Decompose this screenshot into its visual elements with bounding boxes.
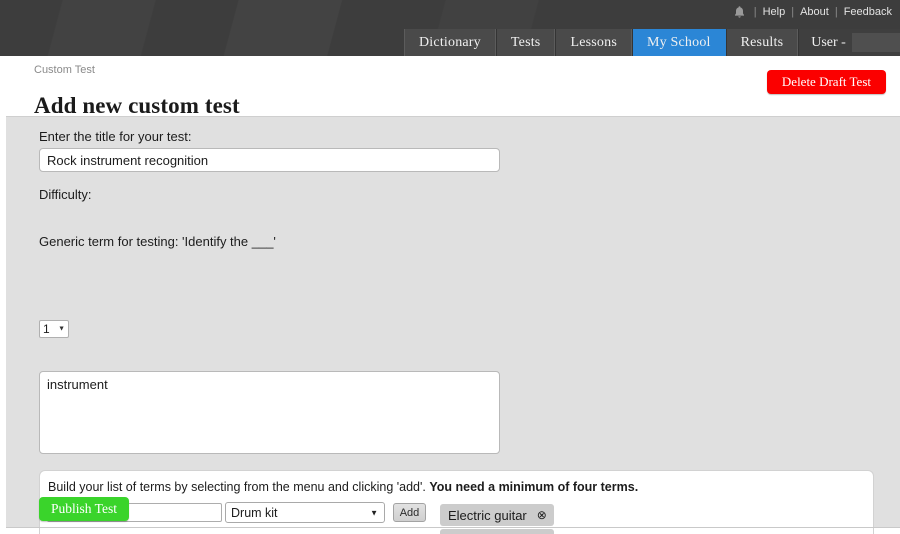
- remove-term-icon[interactable]: ⊗: [537, 509, 547, 521]
- terms-instruction-bold: You need a minimum of four terms.: [429, 480, 639, 494]
- terms-builder-panel: Build your list of terms by selecting fr…: [39, 470, 874, 534]
- term-chip[interactable]: Electric guitar ⊗: [440, 504, 554, 526]
- term-select-value: Drum kit: [231, 505, 278, 520]
- terms-instruction: Build your list of terms by selecting fr…: [48, 480, 638, 494]
- nav-item-lessons[interactable]: Lessons: [555, 29, 632, 56]
- main-navigation: Dictionary Tests Lessons My School Resul…: [404, 29, 900, 56]
- nav-user-menu[interactable]: User -: [798, 29, 900, 56]
- selected-terms-list: Electric guitar ⊗ Bass guitar ⊗ Synthesi…: [440, 504, 554, 534]
- terms-instruction-normal: Build your list of terms by selecting fr…: [48, 480, 430, 494]
- generic-term-label: Generic term for testing: 'Identify the …: [39, 234, 276, 249]
- page-root: | Help | About | Feedback Dictionary Tes…: [0, 0, 900, 534]
- term-select-dropdown[interactable]: Drum kit ▼: [225, 502, 385, 523]
- content-area: Enter the title for your test: Difficult…: [6, 116, 900, 534]
- utility-links: | Help | About | Feedback: [733, 3, 892, 21]
- nav-item-my-school[interactable]: My School: [631, 29, 726, 56]
- user-name-field: [851, 33, 900, 52]
- publish-test-button[interactable]: Publish Test: [39, 497, 129, 521]
- breadcrumb[interactable]: Custom Test: [34, 64, 95, 76]
- nav-user-label: User -: [811, 34, 846, 50]
- feedback-link[interactable]: Feedback: [844, 6, 892, 18]
- about-link[interactable]: About: [800, 6, 829, 18]
- page-header: Custom Test Add new custom test Delete D…: [6, 56, 900, 118]
- difficulty-select[interactable]: 1 ▼: [39, 320, 69, 338]
- top-header-bar: | Help | About | Feedback Dictionary Tes…: [0, 0, 900, 56]
- nav-item-tests[interactable]: Tests: [495, 29, 556, 56]
- nav-item-dictionary[interactable]: Dictionary: [404, 29, 496, 56]
- difficulty-selected-value: 1: [43, 322, 50, 336]
- test-title-label: Enter the title for your test:: [39, 129, 192, 144]
- bell-icon[interactable]: [733, 5, 746, 19]
- chevron-down-icon: ▼: [370, 508, 378, 517]
- utility-separator-3: |: [834, 6, 838, 18]
- nav-item-results[interactable]: Results: [725, 29, 799, 56]
- test-title-input[interactable]: [39, 148, 500, 172]
- term-chip-label: Electric guitar: [448, 507, 527, 523]
- help-link[interactable]: Help: [763, 6, 786, 18]
- chevron-down-icon: ▼: [58, 325, 65, 333]
- add-term-button[interactable]: Add: [393, 503, 426, 522]
- delete-draft-test-button[interactable]: Delete Draft Test: [766, 70, 886, 94]
- utility-separator-1: |: [753, 6, 757, 18]
- utility-separator-2: |: [791, 6, 795, 18]
- term-chip[interactable]: Bass guitar ⊗: [440, 529, 554, 534]
- difficulty-label: Difficulty:: [39, 187, 92, 202]
- generic-term-textarea[interactable]: [39, 371, 500, 454]
- bottom-divider: [6, 527, 900, 528]
